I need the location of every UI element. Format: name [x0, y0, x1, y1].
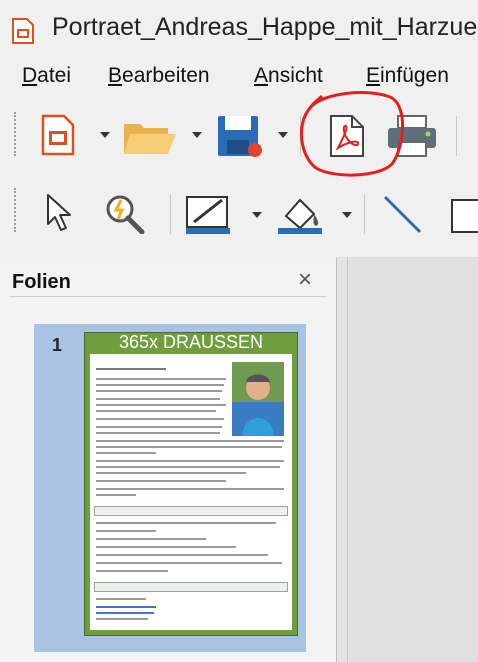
slide-text-line [96, 538, 206, 540]
slide-text-line [96, 466, 280, 468]
slide-text-line [96, 618, 148, 620]
slide-text-line [96, 368, 166, 370]
line-color-dropdown-icon[interactable] [252, 212, 262, 218]
slide-text-line [96, 562, 282, 564]
fill-color-icon[interactable] [274, 192, 330, 236]
slide-text-line [96, 472, 246, 474]
slide-text-line [96, 398, 220, 400]
menu-ansicht[interactable]: Ansicht [254, 64, 323, 88]
slide-section-header [94, 506, 288, 516]
new-dropdown-icon[interactable] [100, 132, 110, 138]
menu-bearbeiten[interactable]: Bearbeiten [108, 64, 210, 88]
slide-text-line [96, 452, 156, 454]
slide-text-line [96, 418, 224, 420]
slide-text-line [96, 432, 220, 434]
slide-text-line [96, 378, 226, 380]
panel-title: Folien [12, 271, 71, 293]
toolbar-separator [364, 194, 365, 234]
rectangle-icon[interactable] [448, 196, 478, 236]
slide-text-line [96, 530, 156, 532]
slide-section-header [94, 582, 288, 592]
slide-link-line [96, 612, 154, 614]
slide-text-line [96, 446, 282, 448]
panel-close-button[interactable]: × [298, 266, 312, 294]
toolbar-separator [456, 116, 457, 156]
save-dropdown-icon[interactable] [278, 132, 288, 138]
slide-title: 365x DRAUSSEN [118, 332, 264, 352]
slide-workspace[interactable] [348, 257, 478, 662]
fill-color-dropdown-icon[interactable] [342, 212, 352, 218]
toolbar-grip[interactable] [14, 112, 20, 156]
slide-text-line [96, 440, 284, 442]
slide-text-line [96, 410, 216, 412]
zoom-icon[interactable] [102, 192, 152, 234]
line-tool-icon[interactable] [382, 194, 424, 236]
open-dropdown-icon[interactable] [192, 132, 202, 138]
slide-text-line [96, 494, 136, 496]
save-icon[interactable] [216, 114, 264, 158]
slide-text-line [96, 390, 222, 392]
line-color-icon[interactable] [184, 194, 234, 236]
new-presentation-icon[interactable] [40, 114, 76, 156]
select-arrow-icon[interactable] [44, 192, 74, 232]
toolbar-grip[interactable] [14, 188, 20, 232]
menu-datei[interactable]: Datei [22, 64, 71, 88]
impress-app-icon [12, 18, 34, 44]
window-title: Portraet_Andreas_Happe_mit_Harzue [52, 13, 478, 41]
slide-text-line [96, 546, 236, 548]
annotation-circle [299, 91, 405, 177]
slide-text-line [96, 598, 146, 600]
toolbar-separator [170, 194, 171, 234]
slide-text-line [96, 480, 226, 482]
slide-link-line [96, 606, 156, 608]
slide-text-line [96, 426, 222, 428]
slide-text-line [96, 384, 224, 386]
slide-text-line [96, 570, 168, 572]
panel-divider [9, 296, 327, 297]
slide-text-line [96, 554, 268, 556]
slide-text-line [96, 460, 284, 462]
slide-number: 1 [52, 335, 63, 355]
panel-splitter[interactable] [337, 257, 348, 662]
slide-text-line [96, 404, 226, 406]
slide-text-line [96, 488, 284, 490]
menu-einfuegen[interactable]: Einfügen [366, 64, 449, 88]
open-folder-icon[interactable] [122, 118, 178, 156]
slide-portrait-image [232, 362, 284, 436]
slide-text-line [96, 522, 276, 524]
